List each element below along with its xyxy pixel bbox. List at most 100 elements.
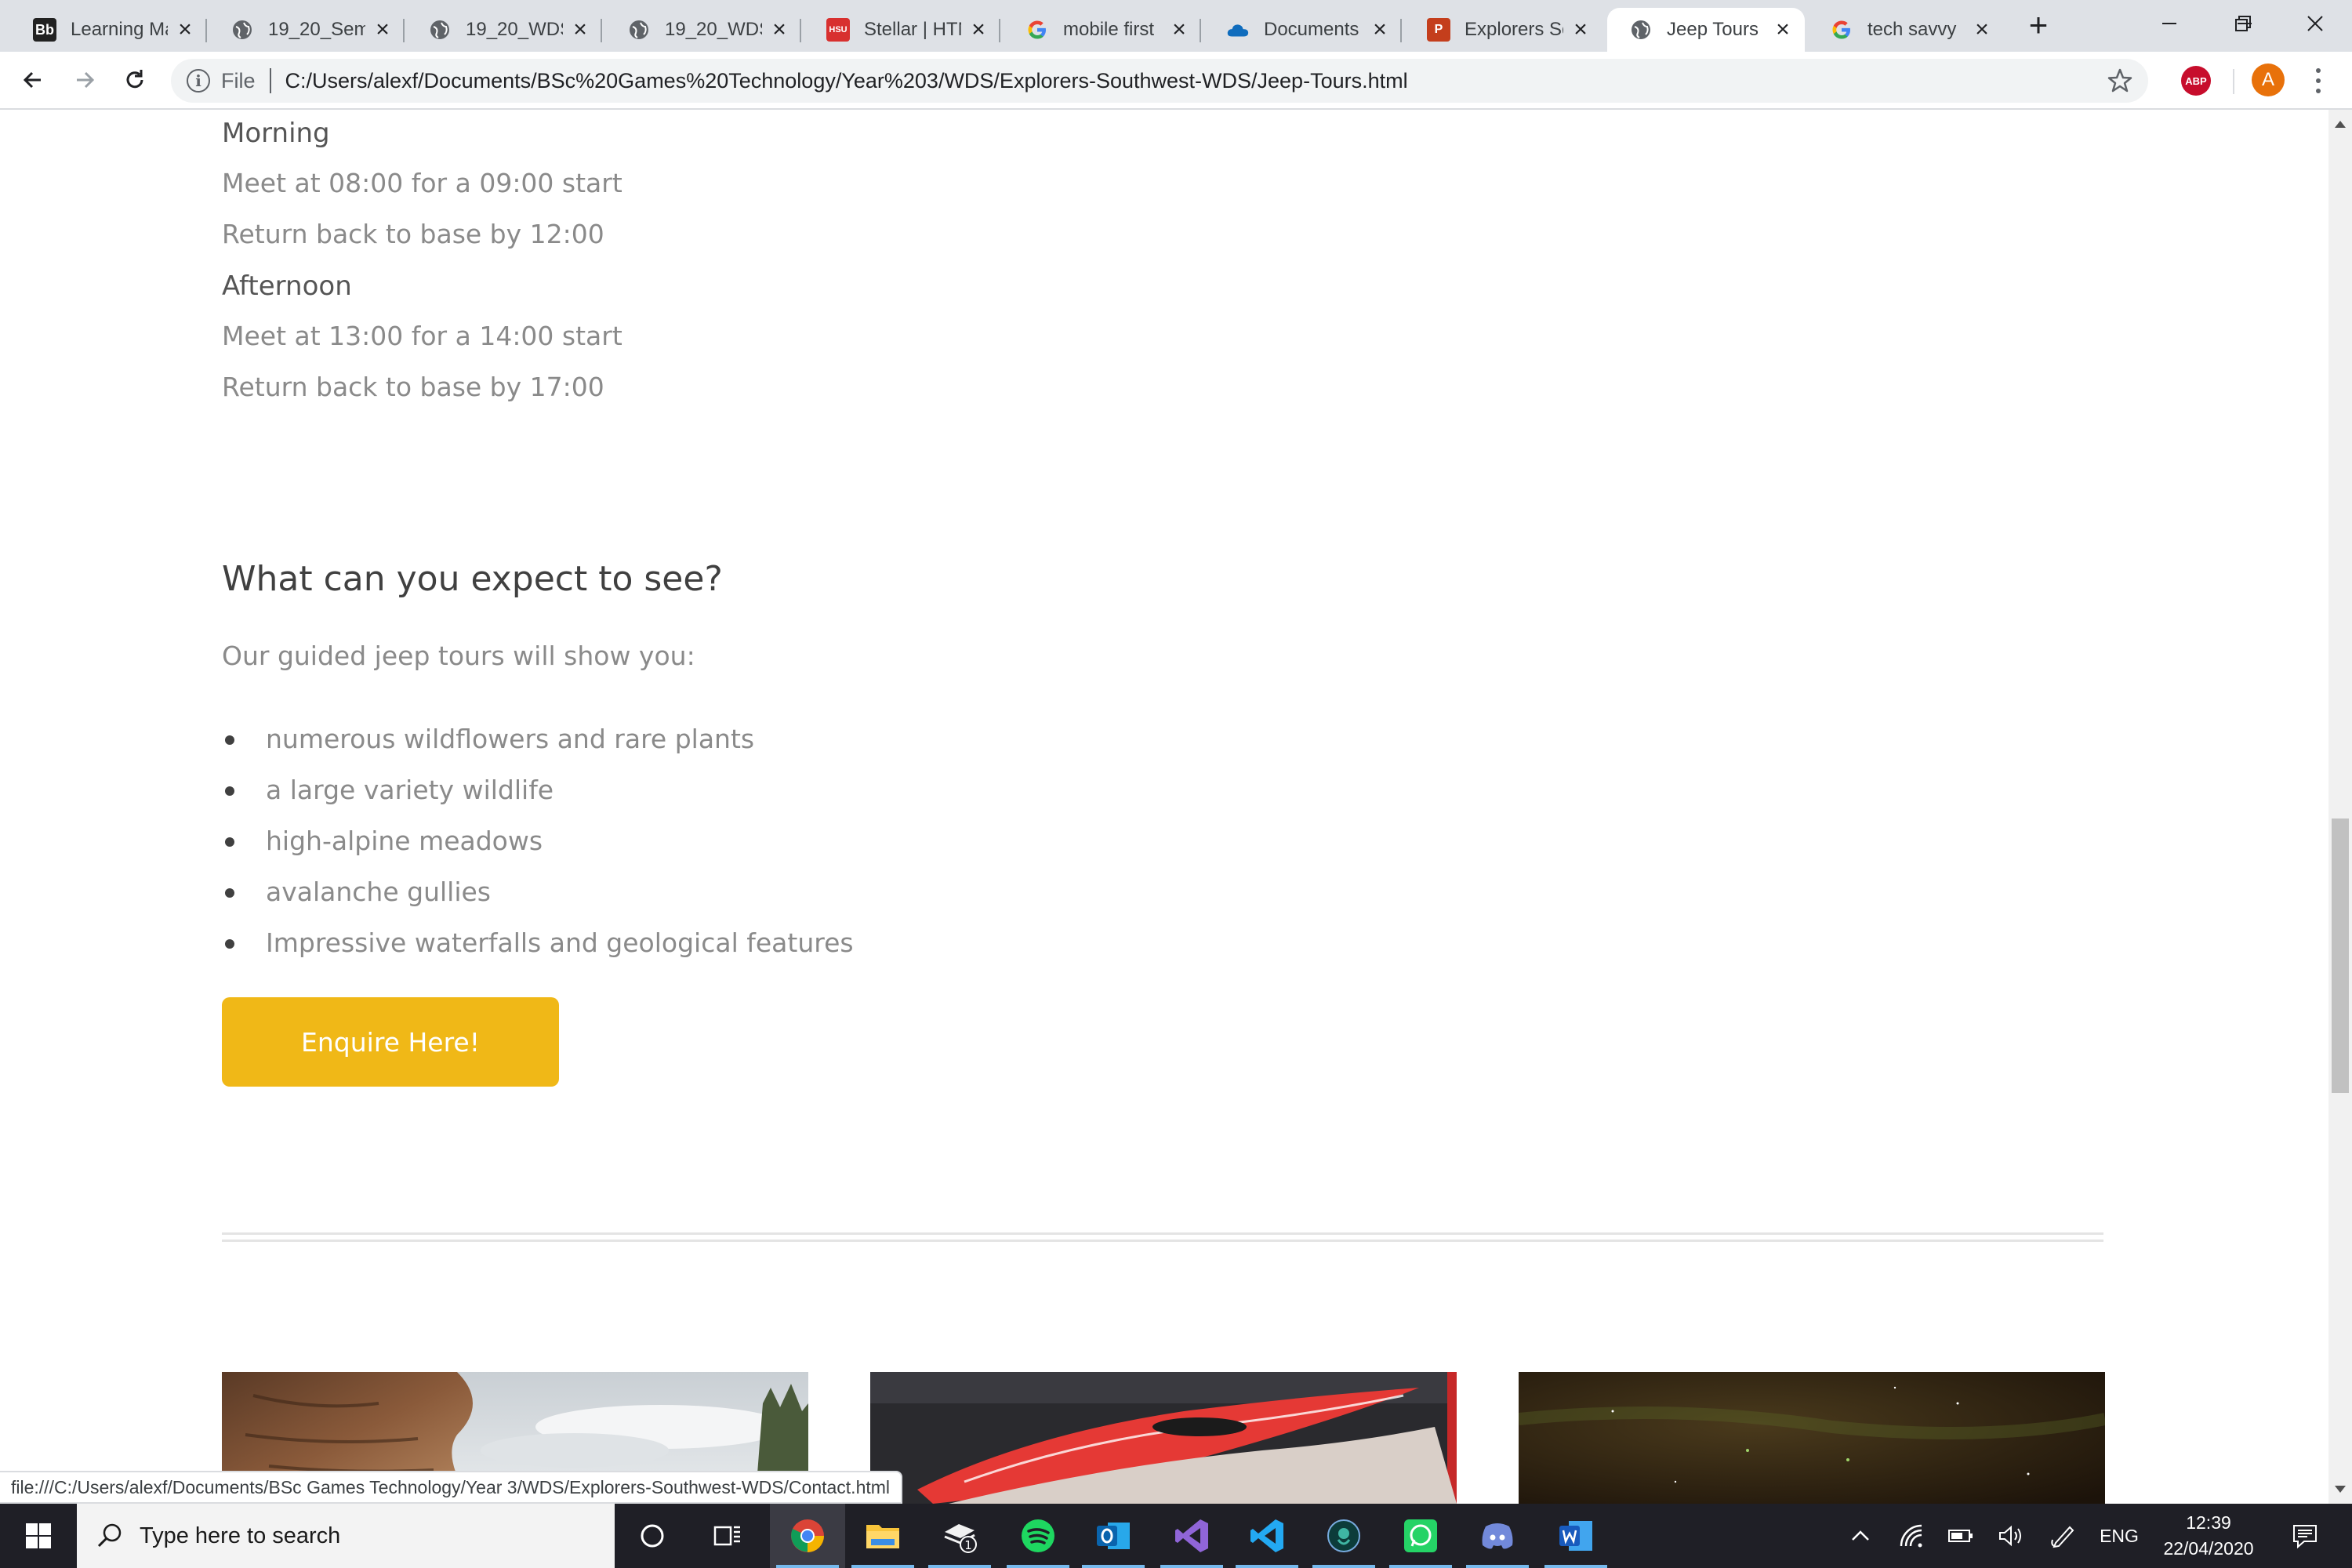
address-bar[interactable]: i File C:/Users/alexf/Documents/BSc%20Ga…: [171, 59, 2148, 103]
close-icon[interactable]: ×: [571, 18, 590, 42]
reload-icon: [126, 70, 143, 89]
tab-jeep-tours[interactable]: Jeep Tours ×: [1607, 8, 1805, 52]
taskbar-clock[interactable]: 12:39 22/04/2020: [2150, 1510, 2267, 1562]
browser-toolbar: i File C:/Users/alexf/Documents/BSc%20Ga…: [0, 52, 2352, 110]
toolbar-divider: [2233, 69, 2234, 94]
battery-icon[interactable]: [1944, 1504, 1977, 1568]
expect-list: numerous wildflowers and rare plants a l…: [222, 713, 854, 968]
restore-icon: [2235, 16, 2251, 31]
task-view-icon[interactable]: [690, 1504, 765, 1568]
hsu-icon: HSU: [826, 18, 850, 42]
list-item-text: numerous wildflowers and rare plants: [266, 724, 755, 754]
tray-overflow-icon[interactable]: [1844, 1504, 1877, 1568]
tab-title: 19_20_WDS: [466, 19, 563, 40]
bullet-icon: [225, 735, 234, 745]
tab-learning[interactable]: Bb Learning Ma ×: [11, 8, 207, 52]
pen-icon[interactable]: [2046, 1504, 2079, 1568]
tab-mobile-first[interactable]: mobile first ×: [1004, 8, 1201, 52]
close-icon[interactable]: ×: [1773, 18, 1792, 42]
volume-icon[interactable]: [1994, 1504, 2027, 1568]
google-icon: [1025, 18, 1049, 42]
schedule-afternoon-title: Afternoon: [222, 270, 352, 302]
back-button[interactable]: [17, 64, 49, 96]
file-explorer-icon[interactable]: [845, 1504, 920, 1568]
card-night-sky[interactable]: [1519, 1372, 2105, 1504]
forward-button[interactable]: [69, 64, 100, 96]
start-button[interactable]: [0, 1504, 77, 1568]
close-icon[interactable]: ×: [1571, 18, 1590, 42]
search-icon: [97, 1523, 122, 1548]
list-item-text: Impressive waterfalls and geological fea…: [266, 927, 854, 958]
globe-icon: [230, 18, 254, 42]
minimize-button[interactable]: [2132, 0, 2206, 47]
chrome-icon[interactable]: [770, 1504, 845, 1568]
close-icon: [2307, 16, 2323, 31]
close-icon[interactable]: ×: [1973, 18, 1991, 42]
taskbar-search[interactable]: Type here to search: [77, 1504, 615, 1568]
forward-arrow-icon: [77, 71, 95, 89]
bullet-icon: [225, 939, 234, 949]
tab-tech-savvy[interactable]: tech savvy ×: [1808, 8, 2004, 52]
tab-19-20-sema[interactable]: 19_20_Sema ×: [209, 8, 405, 52]
expect-intro: Our guided jeep tours will show you:: [222, 641, 695, 671]
reload-button[interactable]: [119, 64, 151, 96]
tab-19-20-wds-b[interactable]: 19_20_WDS ×: [605, 8, 801, 52]
list-item: numerous wildflowers and rare plants: [222, 713, 854, 764]
list-item: avalanche gullies: [222, 866, 854, 917]
tab-documents[interactable]: Documents ×: [1204, 8, 1402, 52]
list-item-text: avalanche gullies: [266, 877, 491, 907]
spotify-icon[interactable]: [1000, 1504, 1076, 1568]
tab-title: Learning Ma: [71, 19, 168, 40]
whatsapp-icon[interactable]: [1383, 1504, 1458, 1568]
info-icon[interactable]: i: [187, 69, 210, 93]
back-arrow-icon: [23, 71, 41, 89]
close-icon[interactable]: ×: [770, 18, 789, 42]
clock-date: 22/04/2020: [2163, 1538, 2254, 1559]
profile-avatar[interactable]: A: [2252, 64, 2285, 96]
vscode-icon[interactable]: [1229, 1504, 1305, 1568]
page-scrollbar[interactable]: [2328, 110, 2352, 1504]
new-tab-button[interactable]: +: [2021, 8, 2056, 42]
close-icon[interactable]: ×: [1370, 18, 1389, 42]
network-icon[interactable]: [1894, 1504, 1927, 1568]
minimize-icon: [2162, 23, 2176, 24]
list-item: Impressive waterfalls and geological fea…: [222, 917, 854, 968]
notification-icon[interactable]: [2281, 1504, 2328, 1568]
stack-badge: 1: [964, 1538, 972, 1552]
page-viewport: Morning Meet at 08:00 for a 09:00 start …: [0, 110, 2328, 1504]
menu-icon[interactable]: [2307, 66, 2330, 96]
scroll-down-icon[interactable]: [2335, 1486, 2346, 1493]
language-indicator[interactable]: ENG: [2095, 1504, 2143, 1568]
url-text[interactable]: C:/Users/alexf/Documents/BSc%20Games%20T…: [285, 69, 1408, 93]
cortana-icon[interactable]: [615, 1504, 690, 1568]
tab-19-20-wds-a[interactable]: 19_20_WDS ×: [406, 8, 602, 52]
tab-title: 19_20_Sema: [268, 19, 365, 40]
google-icon: [1830, 18, 1853, 42]
close-icon[interactable]: ×: [176, 18, 194, 42]
card-red-kayak[interactable]: [870, 1372, 1457, 1504]
stacked-app-icon[interactable]: 1: [922, 1504, 997, 1568]
restore-button[interactable]: [2206, 0, 2280, 47]
list-item-text: high-alpine meadows: [266, 826, 543, 856]
adblock-icon[interactable]: ABP: [2181, 66, 2211, 96]
enquire-button[interactable]: Enquire Here!: [222, 997, 559, 1087]
gitkraken-icon[interactable]: [1306, 1504, 1381, 1568]
discord-icon[interactable]: [1460, 1504, 1535, 1568]
tab-explorers[interactable]: P Explorers Sc ×: [1405, 8, 1602, 52]
close-window-button[interactable]: [2278, 0, 2352, 47]
bullet-icon: [225, 786, 234, 796]
visual-studio-icon[interactable]: [1154, 1504, 1229, 1568]
word-icon[interactable]: [1538, 1504, 1613, 1568]
schedule-morning-return: Return back to base by 12:00: [222, 219, 604, 249]
close-icon[interactable]: ×: [373, 18, 392, 42]
bookmark-star-icon[interactable]: [2106, 67, 2134, 95]
schedule-afternoon-meet: Meet at 13:00 for a 14:00 start: [222, 321, 622, 351]
scrollbar-thumb[interactable]: [2332, 818, 2349, 1093]
scroll-up-icon[interactable]: [2335, 121, 2346, 128]
close-icon[interactable]: ×: [1170, 18, 1189, 42]
tab-stellar[interactable]: HSU Stellar | HTM ×: [804, 8, 1000, 52]
close-icon[interactable]: ×: [969, 18, 988, 42]
globe-icon: [1629, 18, 1653, 42]
tab-title: tech savvy: [1867, 19, 1957, 40]
outlook-icon[interactable]: [1076, 1504, 1151, 1568]
